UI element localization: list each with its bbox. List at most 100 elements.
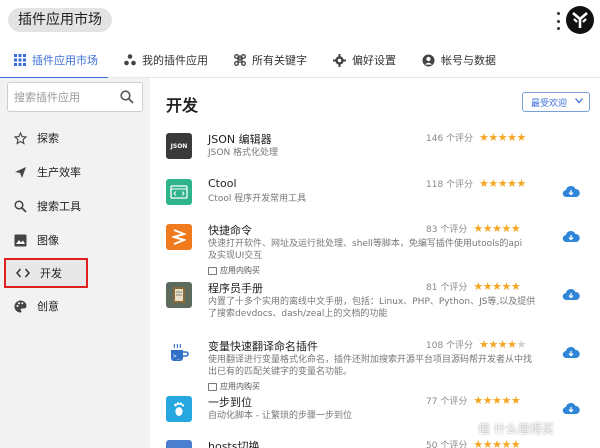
star-filled-icon: ★ <box>510 394 521 407</box>
plugin-item[interactable]: Ctool Ctool 程序开发常用工具 118 个评分 ★★★★★ <box>166 177 594 219</box>
tab-label: 插件应用市场 <box>32 54 98 67</box>
hosts-switch-icon <box>166 440 192 448</box>
plugin-rating: 146 个评分 ★★★★★ <box>426 131 526 144</box>
plugin-desc: 快速打开软件、网址及运行批处理、shell等脚本，免编写插件使用utools的a… <box>208 239 523 261</box>
sidebar-item-image[interactable]: 图像 <box>4 226 146 254</box>
cloud-download-icon[interactable] <box>562 288 580 301</box>
tab-all-keywords[interactable]: 所有关键字 <box>224 42 317 78</box>
sidebar: 探索 生产效率 搜索工具 图像 开发 创意 <box>0 78 150 448</box>
tab-account[interactable]: 帐号与数据 <box>412 42 506 78</box>
plugin-item[interactable]: 快捷命令 快速打开软件、网址及运行批处理、shell等脚本，免编写插件使用uto… <box>166 222 594 276</box>
star-filled-icon: ★ <box>488 131 498 144</box>
sidebar-item-productivity[interactable]: 生产效率 <box>4 158 146 186</box>
search-input[interactable] <box>14 83 114 111</box>
star-filled-icon: ★ <box>516 131 527 144</box>
sidebar-item-creative[interactable]: 创意 <box>4 292 146 320</box>
cloud-download-icon[interactable] <box>562 402 580 415</box>
tab-preferences[interactable]: 偏好设置 <box>323 42 406 78</box>
star-filled-icon: ★ <box>501 280 511 293</box>
top-tabs: 插件应用市场 我的插件应用 所有关键字 偏好设置 帐号与数据 <box>0 42 600 79</box>
plugin-name: Ctool <box>208 177 237 190</box>
star-filled-icon: ★ <box>510 280 521 293</box>
plugin-name: 快捷命令 <box>208 224 252 237</box>
image-icon <box>14 234 27 246</box>
star-empty-icon: ★ <box>516 338 527 351</box>
tab-label: 我的插件应用 <box>142 54 208 67</box>
cloud-download-icon[interactable] <box>562 346 580 359</box>
rating-stars: ★★★★★ <box>479 131 526 144</box>
star-filled-icon: ★ <box>488 338 498 351</box>
rating-stars: ★★★★★ <box>473 394 520 407</box>
svg-text:>_: >_ <box>173 353 181 360</box>
star-filled-icon: ★ <box>488 177 498 190</box>
sidebar-item-label: 图像 <box>37 234 59 247</box>
footprint-icon <box>174 402 185 416</box>
grid-icon <box>14 54 26 66</box>
plugin-desc: 内置了十多个实用的离线中文手册，包括：Linux、PHP、Python、JS等,… <box>208 297 536 319</box>
sort-dropdown[interactable]: 最受欢迎 <box>522 92 590 112</box>
more-vertical-icon[interactable] <box>555 12 561 30</box>
cloud-download-icon[interactable] <box>562 230 580 243</box>
send-icon <box>15 166 26 178</box>
tab-label: 所有关键字 <box>252 54 307 67</box>
command-icon <box>234 54 246 66</box>
plugin-item[interactable]: >_ 变量快速翻译命名插件 使用翻译进行变量格式化命名，插件还附加搜索开源平台项… <box>166 338 594 392</box>
in-app-purchase-tag: 应用内购买 <box>208 265 260 276</box>
cloud-download-icon[interactable] <box>562 185 580 198</box>
section-title: 开发 <box>166 96 199 115</box>
title-bar: 插件应用市场 <box>0 0 600 42</box>
plugin-item[interactable]: hosts切换 50 个评分 ★★★★★ <box>166 438 594 448</box>
star-filled-icon: ★ <box>507 131 517 144</box>
star-filled-icon: ★ <box>501 394 511 407</box>
plugin-name: 变量快速翻译命名插件 <box>208 340 318 353</box>
rating-stars: ★★★★★ <box>473 222 520 235</box>
apps-icon <box>124 54 136 66</box>
sidebar-item-label: 开发 <box>40 267 62 280</box>
plugin-desc: 使用翻译进行变量格式化命名，插件还附加搜索开源平台项目源码帮开发者从中找出已有的… <box>208 355 533 377</box>
star-filled-icon: ★ <box>507 177 517 190</box>
sidebar-item-explore[interactable]: 探索 <box>4 124 146 152</box>
tab-label: 偏好设置 <box>352 54 396 67</box>
rating-stars: ★★★★★ <box>473 438 520 448</box>
plugin-rating: 81 个评分 ★★★★★ <box>426 280 521 293</box>
sort-label: 最受欢迎 <box>531 98 568 109</box>
sidebar-item-label: 搜索工具 <box>37 200 81 213</box>
search-box[interactable] <box>7 82 143 112</box>
plugin-name: 程序员手册 <box>208 282 263 295</box>
in-app-purchase-tag: 应用内购买 <box>208 381 260 392</box>
star-filled-icon: ★ <box>482 280 493 293</box>
plugin-desc: JSON 格式化处理 <box>208 148 279 158</box>
search-icon <box>14 199 27 213</box>
star-filled-icon: ★ <box>482 438 493 448</box>
star-filled-icon: ★ <box>473 280 483 293</box>
tab-plugin-market[interactable]: 插件应用市场 <box>0 42 108 79</box>
star-filled-icon: ★ <box>482 222 493 235</box>
utools-logo[interactable] <box>566 6 594 34</box>
sidebar-item-search-tools[interactable]: 搜索工具 <box>4 192 146 220</box>
plugin-name: JSON 编辑器 <box>208 133 272 146</box>
chevron-down-icon <box>575 98 583 104</box>
search-icon[interactable] <box>120 90 134 104</box>
star-filled-icon: ★ <box>507 338 517 351</box>
gear-icon <box>333 53 346 67</box>
window-title: 插件应用市场 <box>8 8 112 32</box>
one-step-icon <box>166 396 192 422</box>
manual-book-icon <box>166 282 192 308</box>
plugin-item[interactable]: 程序员手册 内置了十多个实用的离线中文手册，包括：Linux、PHP、Pytho… <box>166 280 594 330</box>
rating-stars: ★★★★★ <box>479 177 526 190</box>
star-filled-icon: ★ <box>473 222 483 235</box>
plugin-rating: 108 个评分 ★★★★★ <box>426 338 526 351</box>
tab-my-plugins[interactable]: 我的插件应用 <box>114 42 218 78</box>
sidebar-item-label: 探索 <box>37 132 59 145</box>
plugin-item[interactable]: JSON JSON 编辑器 JSON 格式化处理 146 个评分 ★★★★★ <box>166 131 594 173</box>
star-filled-icon: ★ <box>497 131 508 144</box>
sidebar-item-label: 生产效率 <box>37 166 81 179</box>
star-filled-icon: ★ <box>482 394 493 407</box>
code-window-icon <box>170 185 188 199</box>
json-editor-icon: JSON <box>166 133 192 159</box>
tab-label: 帐号与数据 <box>441 54 496 67</box>
sidebar-item-develop[interactable]: 开发 <box>4 258 88 288</box>
star-outline-icon <box>14 131 27 145</box>
star-filled-icon: ★ <box>501 438 511 448</box>
plugin-rating: 118 个评分 ★★★★★ <box>426 177 526 190</box>
